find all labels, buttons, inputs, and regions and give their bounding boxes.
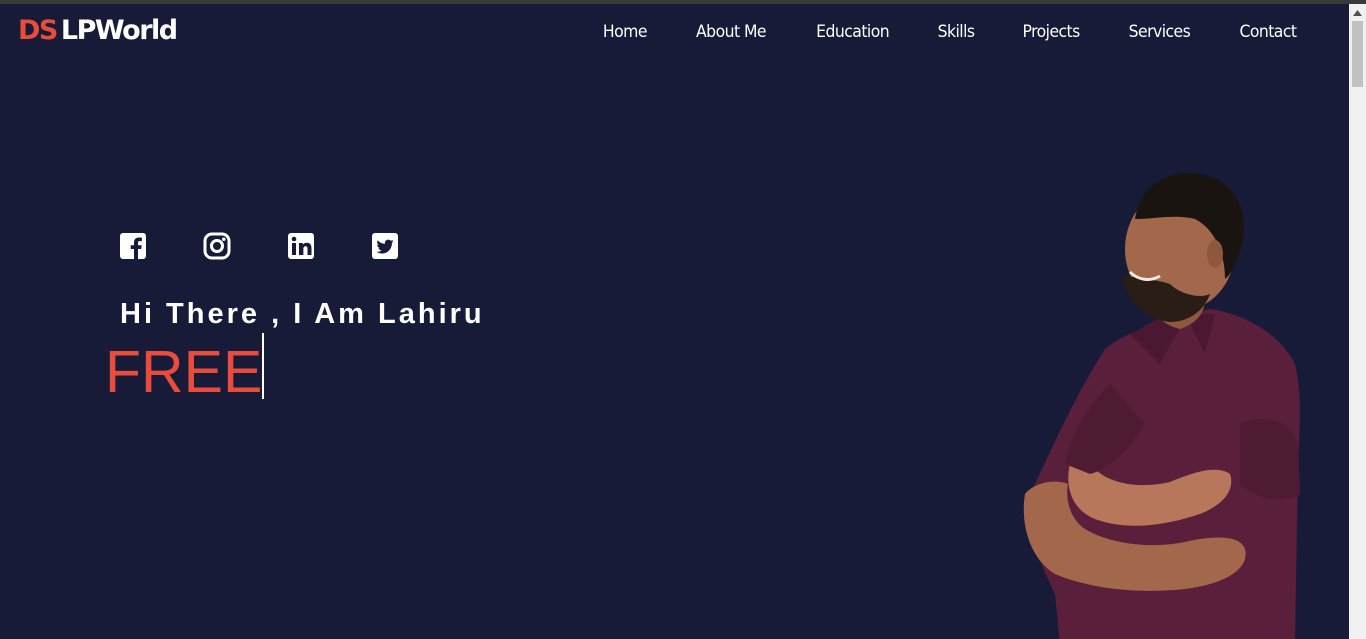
typing-cursor	[262, 333, 265, 399]
nav-about-me[interactable]: About Me	[696, 20, 766, 44]
nav-education[interactable]: Education	[816, 20, 889, 44]
facebook-icon[interactable]	[119, 232, 147, 260]
logo-prefix: DS	[18, 15, 58, 46]
nav-services[interactable]: Services	[1129, 20, 1191, 44]
typed-role-text: FREE	[105, 333, 265, 407]
hero-greeting: Hi There , I Am Lahiru	[120, 298, 485, 330]
twitter-icon[interactable]	[371, 232, 399, 260]
scrollbar-thumb[interactable]	[1352, 21, 1363, 87]
typed-word: FREE	[105, 339, 263, 405]
instagram-icon[interactable]	[203, 232, 231, 260]
linkedin-icon[interactable]	[287, 232, 315, 260]
nav-home[interactable]: Home	[603, 20, 648, 44]
main-nav: Home About Me Education Skills Projects …	[557, 20, 1299, 44]
site-logo[interactable]: DS LPWorld	[18, 14, 178, 48]
vertical-scrollbar[interactable]	[1349, 4, 1366, 639]
nav-skills[interactable]: Skills	[937, 20, 974, 44]
profile-photo	[1023, 173, 1300, 639]
nav-projects[interactable]: Projects	[1022, 20, 1080, 44]
social-links	[119, 232, 399, 260]
page: DS LPWorld Home About Me Education Skills…	[0, 4, 1349, 639]
logo-text: LPWorld	[60, 15, 178, 46]
nav-contact[interactable]: Contact	[1240, 20, 1298, 44]
scroll-up-arrow-icon[interactable]	[1349, 4, 1366, 21]
